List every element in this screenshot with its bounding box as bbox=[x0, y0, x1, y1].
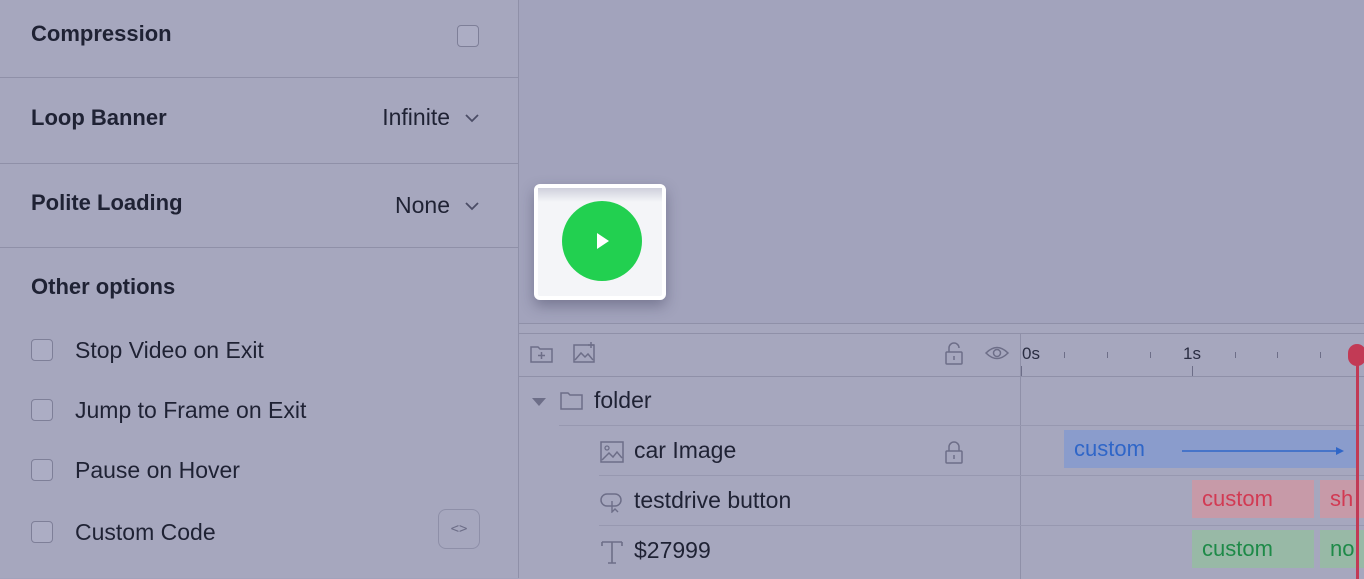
play-button[interactable] bbox=[562, 201, 642, 281]
settings-panel: Compression Loop Banner Infinite Polite … bbox=[0, 0, 519, 578]
button-icon bbox=[600, 493, 622, 513]
stop-video-checkbox[interactable] bbox=[31, 339, 53, 361]
layer-row-folder[interactable]: folder bbox=[519, 377, 1020, 427]
ruler-tick bbox=[1277, 352, 1278, 358]
option-jump-to-frame[interactable]: Jump to Frame on Exit bbox=[0, 391, 518, 431]
compression-row: Compression bbox=[0, 0, 518, 78]
timeline-panel: 0s 1s folder car Image testdrive button bbox=[519, 323, 1364, 579]
animation-label: sh bbox=[1330, 486, 1354, 511]
option-stop-video[interactable]: Stop Video on Exit bbox=[0, 331, 518, 371]
caret-down-icon[interactable] bbox=[532, 397, 546, 407]
chevron-down-icon bbox=[465, 201, 479, 210]
animation-label: custom bbox=[1202, 486, 1273, 511]
folder-plus-icon[interactable] bbox=[529, 343, 555, 365]
custom-code-label: Custom Code bbox=[75, 519, 216, 545]
ruler-tick bbox=[1064, 352, 1065, 358]
eye-icon[interactable] bbox=[984, 344, 1010, 362]
lock-icon[interactable] bbox=[943, 440, 965, 466]
text-icon bbox=[601, 541, 623, 564]
layer-row-testdrive-button[interactable]: testdrive button bbox=[519, 477, 1020, 527]
layer-name: $27999 bbox=[634, 537, 711, 563]
jump-to-frame-checkbox[interactable] bbox=[31, 399, 53, 421]
ruler-tick bbox=[1192, 366, 1193, 376]
pause-on-hover-checkbox[interactable] bbox=[31, 459, 53, 481]
play-icon bbox=[597, 233, 609, 249]
polite-loading-value: None bbox=[395, 192, 450, 218]
polite-loading-label: Polite Loading bbox=[31, 190, 183, 215]
jump-to-frame-label: Jump to Frame on Exit bbox=[75, 397, 307, 423]
ruler-label-1s: 1s bbox=[1183, 344, 1201, 363]
polite-loading-select[interactable]: None bbox=[395, 192, 480, 219]
loop-banner-value: Infinite bbox=[382, 104, 450, 130]
row-separator bbox=[599, 525, 1364, 526]
ruler-tick bbox=[1150, 352, 1151, 358]
ruler-label-start: 0s bbox=[1022, 344, 1040, 363]
animation-bar-car-image[interactable]: custom bbox=[1064, 430, 1356, 468]
loop-banner-select[interactable]: Infinite bbox=[382, 104, 480, 131]
banner-preview[interactable] bbox=[534, 184, 666, 300]
layer-row-car-image[interactable]: car Image bbox=[519, 427, 1020, 477]
banner-top-shade bbox=[538, 188, 662, 202]
other-options-heading: Other options bbox=[31, 274, 176, 299]
layer-name: car Image bbox=[634, 437, 737, 463]
compression-checkbox[interactable] bbox=[457, 25, 479, 47]
custom-code-button[interactable]: <> bbox=[438, 509, 480, 549]
loop-banner-row: Loop Banner Infinite bbox=[0, 77, 518, 164]
ruler-tick bbox=[1107, 352, 1108, 358]
option-pause-on-hover[interactable]: Pause on Hover bbox=[0, 451, 518, 491]
chevron-down-icon bbox=[465, 113, 479, 122]
row-separator bbox=[559, 425, 1364, 426]
image-plus-icon[interactable] bbox=[572, 341, 598, 365]
playhead[interactable] bbox=[1356, 352, 1359, 579]
custom-code-checkbox[interactable] bbox=[31, 521, 53, 543]
image-icon bbox=[600, 441, 624, 463]
pause-on-hover-label: Pause on Hover bbox=[75, 457, 240, 483]
animation-bar-price-1[interactable]: custom bbox=[1192, 530, 1314, 568]
timeline-toolbar bbox=[519, 333, 1364, 377]
animation-label: custom bbox=[1202, 536, 1273, 561]
stop-video-label: Stop Video on Exit bbox=[75, 337, 264, 363]
lock-icon[interactable] bbox=[943, 341, 965, 367]
ruler-tick bbox=[1021, 366, 1022, 376]
folder-icon bbox=[560, 392, 583, 410]
animation-label: custom bbox=[1074, 436, 1145, 461]
animation-bar-button-1[interactable]: custom bbox=[1192, 480, 1314, 518]
layer-name: folder bbox=[594, 387, 652, 413]
arrow-right-icon bbox=[1182, 447, 1344, 455]
playhead-handle[interactable] bbox=[1348, 344, 1364, 366]
compression-label: Compression bbox=[31, 21, 172, 46]
row-separator bbox=[599, 475, 1364, 476]
animation-label: no bbox=[1330, 536, 1355, 561]
polite-loading-row: Polite Loading None bbox=[0, 163, 518, 248]
layer-name: testdrive button bbox=[634, 487, 792, 513]
ruler-tick bbox=[1235, 352, 1236, 358]
loop-banner-label: Loop Banner bbox=[31, 105, 167, 130]
layer-row-price-text[interactable]: $27999 bbox=[519, 527, 1020, 577]
ruler-tick bbox=[1320, 352, 1321, 358]
